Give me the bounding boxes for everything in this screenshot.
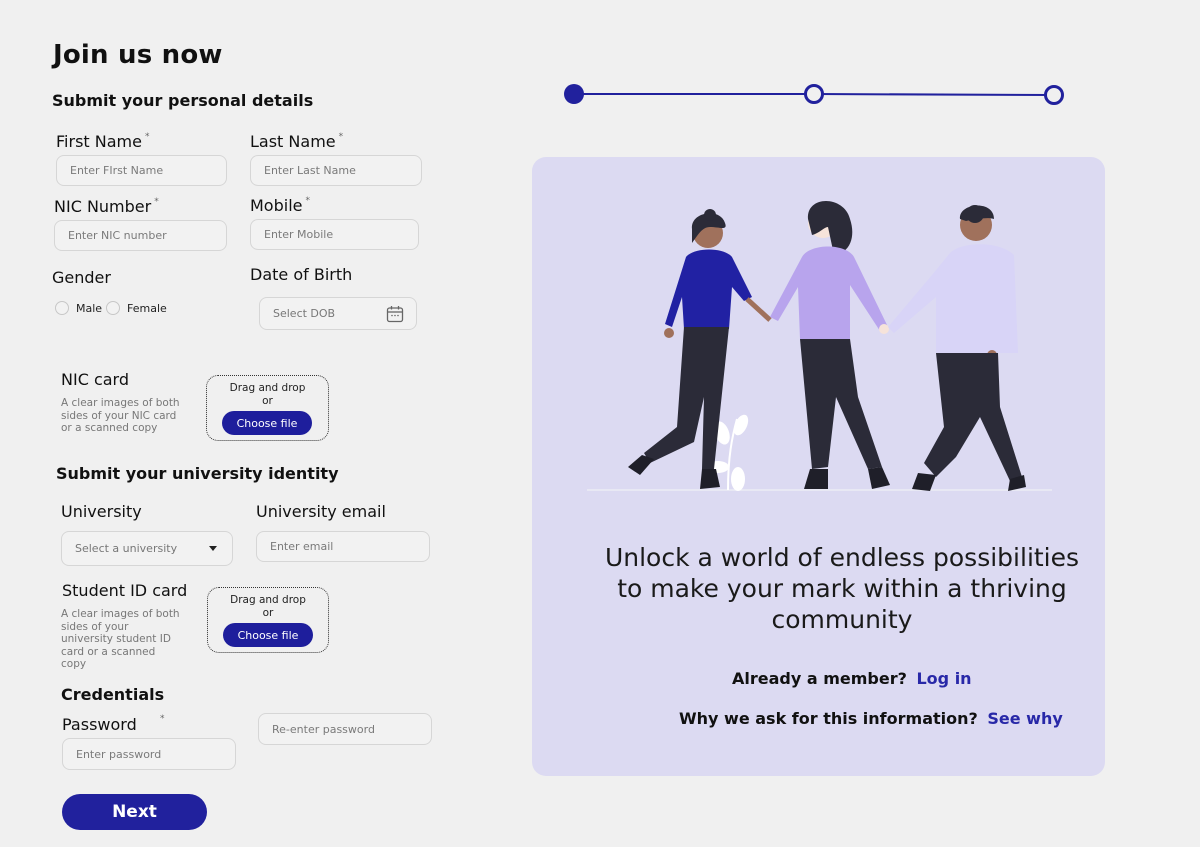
drop-text: Drag and drop (230, 594, 306, 606)
password-input[interactable] (62, 738, 236, 770)
already-member-text: Already a member? (732, 669, 907, 688)
step-2-indicator (804, 84, 824, 104)
university-section-title: Submit your university identity (56, 464, 339, 483)
female-radio[interactable] (106, 301, 120, 315)
nic-card-choose-file-button[interactable]: Choose file (222, 411, 312, 435)
gender-option-male[interactable]: Male (55, 301, 102, 315)
first-name-label: First Name * (56, 132, 149, 151)
last-name-label-text: Last Name (250, 132, 336, 151)
already-member-row: Already a member? Log in (732, 669, 972, 688)
step-3-indicator (1044, 85, 1064, 105)
nic-number-label: NIC Number * (54, 197, 159, 216)
dob-label: Date of Birth (250, 265, 353, 284)
people-holding-hands-illustration (587, 201, 1052, 491)
next-button[interactable]: Next (62, 794, 207, 830)
gender-option-female[interactable]: Female (106, 301, 167, 315)
or-text: or (262, 607, 274, 619)
step-1-indicator (564, 84, 584, 104)
nic-number-label-text: NIC Number (54, 197, 152, 216)
male-radio[interactable] (55, 301, 69, 315)
nic-card-dropzone[interactable]: Drag and drop or Choose file (206, 375, 329, 441)
dob-picker[interactable]: Select DOB (259, 297, 417, 330)
dob-placeholder: Select DOB (273, 307, 336, 320)
info-panel: Unlock a world of endless possibilities … (532, 157, 1105, 776)
last-name-input[interactable] (250, 155, 422, 186)
mobile-label-text: Mobile (250, 196, 303, 215)
required-marker: * (144, 132, 150, 142)
gender-label: Gender (52, 268, 111, 287)
student-id-choose-file-button[interactable]: Choose file (223, 623, 313, 647)
required-marker: * (305, 196, 310, 206)
student-id-dropzone[interactable]: Drag and drop or Choose file (207, 587, 329, 653)
nic-card-label: NIC card (61, 370, 129, 389)
required-marker: * (160, 714, 165, 724)
university-email-input[interactable] (256, 531, 430, 562)
calendar-icon[interactable] (386, 305, 404, 323)
page-title: Join us now (53, 40, 223, 70)
student-id-label: Student ID card (62, 581, 188, 600)
nic-card-hint: A clear images of both sides of your NIC… (61, 397, 180, 434)
last-name-label: Last Name * (250, 132, 343, 151)
mobile-input[interactable] (250, 219, 419, 250)
personal-section-title: Submit your personal details (52, 91, 314, 110)
why-ask-row: Why we ask for this information? See why (679, 709, 1063, 728)
reenter-password-input[interactable] (258, 713, 432, 745)
password-label: Password (62, 715, 137, 734)
panel-tagline: Unlock a world of endless possibilities … (604, 543, 1080, 634)
first-name-label-text: First Name (56, 132, 142, 151)
credentials-section-title: Credentials (61, 685, 165, 704)
required-marker: * (338, 132, 344, 142)
university-label: University (61, 502, 142, 521)
female-label: Female (127, 301, 167, 315)
male-label: Male (76, 301, 103, 315)
university-email-label: University email (256, 502, 386, 521)
progress-stepper (564, 84, 1064, 105)
university-select[interactable]: Select a university (61, 531, 233, 566)
chevron-down-icon[interactable] (209, 546, 217, 551)
mobile-label: Mobile * (250, 196, 310, 215)
first-name-input[interactable] (56, 155, 227, 186)
login-link[interactable]: Log in (916, 669, 971, 688)
nic-number-input[interactable] (54, 220, 227, 251)
required-marker: * (154, 197, 159, 207)
see-why-link[interactable]: See why (987, 709, 1062, 728)
or-text: or (262, 395, 273, 407)
stepper-connector (813, 93, 1055, 96)
university-select-value: Select a university (75, 542, 178, 555)
drop-text: Drag and drop (229, 382, 306, 394)
why-ask-text: Why we ask for this information? (679, 709, 978, 728)
student-id-hint: A clear images of both sides of your uni… (61, 608, 180, 670)
